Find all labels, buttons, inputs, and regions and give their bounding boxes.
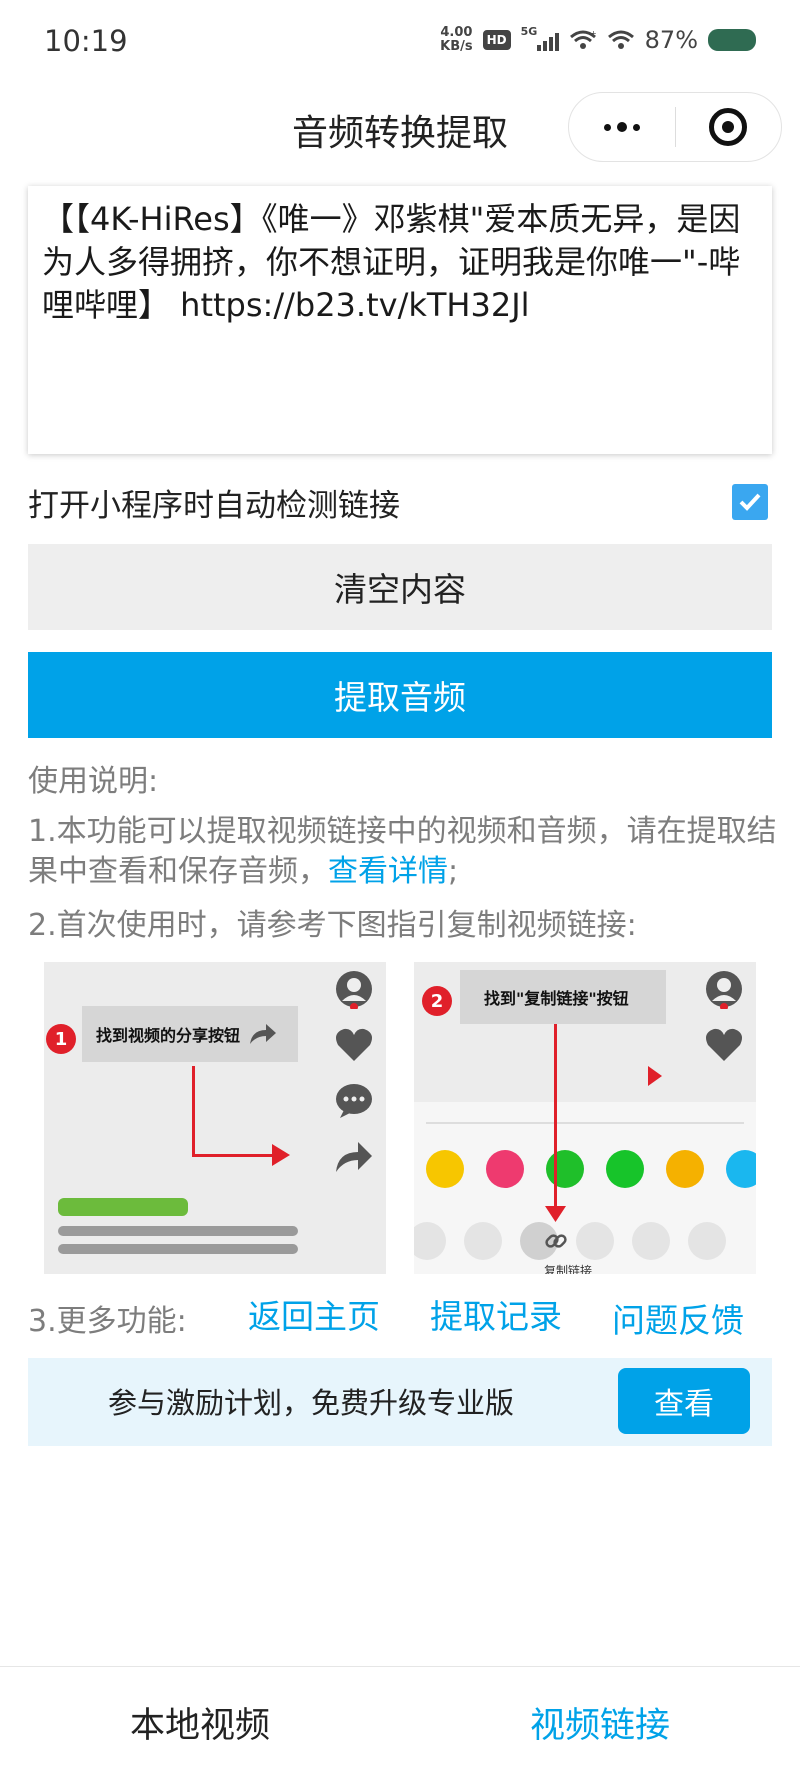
feedback-link[interactable]: 问题反馈	[612, 1294, 744, 1342]
status-icons: 4.00 KB/s HD 5G + 87%	[440, 25, 756, 54]
guide-bar	[58, 1198, 188, 1216]
checkmark-icon	[739, 493, 761, 511]
share-arrow-icon	[250, 1024, 277, 1044]
tab-local-video[interactable]: 本地视频	[0, 1697, 400, 1748]
guide-image-copy-link: 2 找到"复制链接"按钮 复制链接	[414, 962, 756, 1274]
status-bar: 10:19 4.00 KB/s HD 5G + 87%	[0, 0, 800, 86]
share-targets-row	[426, 1150, 756, 1188]
network-speed: 4.00 KB/s	[440, 25, 473, 54]
side-icons	[332, 968, 376, 1178]
mini-program-capsule	[568, 92, 782, 162]
share-target-icon	[726, 1150, 756, 1188]
clear-button[interactable]: 清空内容	[28, 544, 772, 630]
status-time: 10:19	[44, 24, 128, 58]
guide-arrow-line	[192, 1154, 276, 1157]
share-target-icon	[606, 1150, 644, 1188]
tab-video-link[interactable]: 视频链接	[400, 1697, 800, 1748]
nav-bar: 音频转换提取	[0, 86, 800, 170]
cellular-signal-icon: 5G	[521, 25, 559, 51]
guide-arrow-head	[272, 1144, 290, 1166]
step-2-callout: 找到"复制链接"按钮	[460, 970, 666, 1024]
guide-arrow-head	[545, 1206, 566, 1222]
instruction-item-2: 2.首次使用时，请参考下图指引复制视频链接:	[28, 908, 637, 943]
actions-row	[414, 1222, 726, 1260]
sheet-divider	[426, 1122, 744, 1124]
copy-link-label: 复制链接	[544, 1264, 593, 1274]
step-1-badge: 1	[46, 1024, 76, 1054]
more-dots-icon[interactable]	[569, 93, 675, 161]
instruction-item-1: 1.本功能可以提取视频链接中的视频和音频，请在提取结果中查看和保存音频，查看详情…	[28, 814, 777, 889]
share-sheet: 复制链接	[414, 1102, 756, 1274]
home-link[interactable]: 返回主页	[248, 1290, 380, 1338]
guide-bar	[58, 1244, 298, 1254]
more-functions-row: 3.更多功能: 返回主页 提取记录 问题反馈	[28, 1290, 778, 1340]
heart-icon	[703, 1024, 745, 1066]
share-target-icon	[666, 1150, 704, 1188]
battery-icon	[708, 29, 756, 51]
share-target-icon	[426, 1150, 464, 1188]
extract-audio-button[interactable]: 提取音频	[28, 652, 772, 738]
avatar-icon	[703, 968, 745, 1010]
auto-detect-label: 打开小程序时自动检测链接	[28, 487, 400, 524]
link-input[interactable]	[28, 186, 772, 454]
heart-icon	[333, 1024, 375, 1066]
share-target-icon	[546, 1150, 584, 1188]
guide-arrow-line	[192, 1066, 195, 1156]
wifi-plus-icon: +	[569, 29, 597, 49]
share-icon	[333, 1136, 375, 1178]
comment-icon	[333, 1080, 375, 1122]
step-2-badge: 2	[422, 986, 452, 1016]
view-details-link[interactable]: 查看详情	[328, 854, 448, 889]
hd-icon: HD	[482, 30, 511, 50]
avatar-icon	[333, 968, 375, 1010]
battery-percent: 87%	[644, 26, 698, 54]
play-marker-icon	[648, 1066, 662, 1086]
history-link[interactable]: 提取记录	[430, 1290, 562, 1338]
side-icons	[702, 968, 746, 1066]
promo-view-button[interactable]: 查看	[618, 1368, 750, 1434]
wifi-icon	[607, 30, 634, 49]
auto-detect-row: 打开小程序时自动检测链接	[28, 476, 772, 528]
auto-detect-checkbox[interactable]	[732, 484, 768, 520]
more-functions-label: 3.更多功能:	[28, 1304, 187, 1339]
step-1-callout: 找到视频的分享按钮	[82, 1006, 298, 1062]
link-icon	[545, 1234, 567, 1248]
guide-image-share: 1 找到视频的分享按钮	[44, 962, 386, 1274]
target-circle-icon[interactable]	[676, 93, 782, 161]
guide-bar	[58, 1226, 298, 1236]
svg-text:+: +	[590, 29, 597, 38]
share-target-icon	[486, 1150, 524, 1188]
instructions-heading: 使用说明:	[28, 764, 159, 799]
guide-arrow-line	[554, 1024, 557, 1210]
promo-text: 参与激励计划，免费升级专业版	[108, 1386, 515, 1420]
promo-banner: 参与激励计划，免费升级专业版 查看	[28, 1358, 772, 1446]
bottom-tab-bar: 本地视频 视频链接	[0, 1666, 800, 1778]
